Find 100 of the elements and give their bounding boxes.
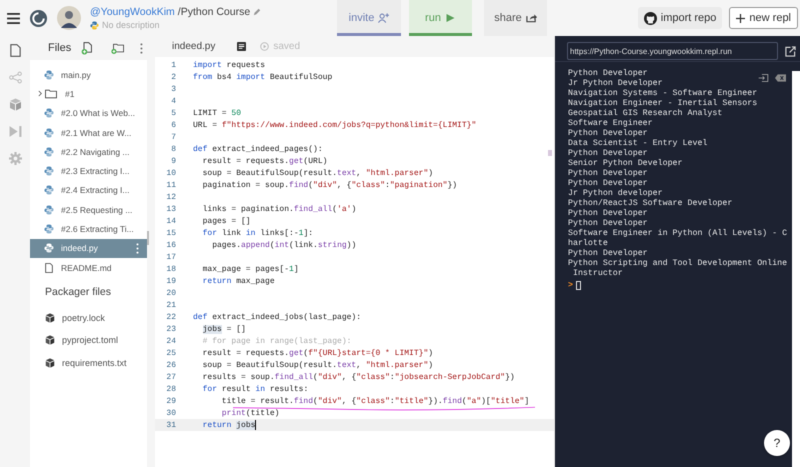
code-line: pagination = soup.find("div", {"class":"pagination"}) — [202, 180, 458, 190]
python-icon — [44, 146, 54, 157]
python-icon — [44, 128, 54, 138]
line-number: 3 — [170, 84, 176, 94]
code-line: max_page = pages[-1] — [202, 264, 299, 274]
python-icon — [44, 185, 54, 196]
project-description: No description — [102, 20, 160, 30]
file-icon — [44, 262, 54, 273]
open-external-icon[interactable] — [785, 46, 796, 56]
console-output-line: Jr Python Developer — [568, 79, 663, 89]
line-number: 18 — [165, 264, 176, 274]
console-output-line: Python Developer — [568, 249, 648, 259]
code-line: soup = BeautifulSoup(result.text, "html.parser") — [202, 360, 434, 370]
chevron-icon[interactable] — [38, 90, 43, 98]
console-output-line: Data Scientist - Entry Level — [568, 139, 708, 149]
python-icon — [44, 108, 54, 118]
document-icon[interactable] — [237, 42, 246, 51]
package-file-item[interactable]: pyproject.toml — [30, 328, 147, 352]
line-number: 1 — [170, 60, 176, 70]
line-number: 11 — [165, 180, 176, 190]
file-item[interactable]: main.py — [30, 65, 147, 84]
line-number: 28 — [165, 384, 176, 394]
console-output-line: Python Developer — [568, 219, 648, 229]
python-icon — [44, 224, 54, 234]
file-item[interactable]: #2.5 Requesting ... — [30, 200, 147, 220]
file-item[interactable]: indeed.py — [30, 238, 147, 258]
file-item[interactable]: #2.4 Extracting I... — [30, 180, 147, 200]
new-folder-icon[interactable] — [110, 42, 124, 54]
code-line: from bs4 import BeautifulSoup — [193, 72, 332, 82]
share-button[interactable]: share — [484, 0, 547, 36]
prompt-symbol: > — [568, 280, 573, 290]
console-output-line: Geospatial GIS Research Analyst — [568, 109, 722, 119]
line-number: 10 — [165, 168, 176, 178]
packager-files-title: Packager files — [44, 285, 112, 300]
package-file-item[interactable]: poetry.lock — [30, 306, 147, 329]
code-line: soup = BeautifulSoup(result.text, "html.parser") — [202, 168, 434, 178]
code-line: pages = [] — [202, 216, 251, 226]
import-repo-button[interactable]: import repo — [638, 7, 722, 29]
line-number: 13 — [165, 204, 176, 214]
package-file-item[interactable]: requirements.txt — [30, 351, 147, 374]
saved-icon — [260, 42, 270, 51]
avatar[interactable] — [57, 6, 81, 30]
code-line: return max_page — [202, 276, 275, 286]
scrollbar-track[interactable] — [792, 71, 800, 467]
file-icon[interactable] — [8, 44, 22, 57]
resize-handle[interactable] — [147, 231, 148, 245]
project-name: /Python Course — [178, 6, 250, 18]
line-number: 6 — [170, 120, 176, 130]
plus-icon — [736, 14, 746, 22]
console-output-line: Python Developer — [568, 209, 648, 219]
file-item[interactable]: #1 — [30, 84, 147, 104]
python-icon — [44, 166, 54, 176]
line-number: 26 — [165, 360, 176, 370]
line-number: 24 — [165, 336, 176, 346]
menu-icon[interactable] — [7, 12, 20, 24]
console-output-line: Python Scripting and Tool Development Online — [568, 259, 788, 269]
console-output-line: Python Developer — [568, 169, 648, 179]
line-number: 9 — [170, 156, 176, 166]
line-number: 8 — [170, 144, 176, 154]
more-options-icon[interactable] — [136, 242, 139, 254]
line-number: 16 — [165, 240, 176, 250]
console-output-line: Navigation Systems - Software Engineer — [568, 89, 758, 99]
file-item[interactable]: #2.1 What are W... — [30, 122, 147, 142]
file-item[interactable]: #2.0 What is Web... — [30, 104, 147, 123]
code-line: result = requests.get(URL) — [202, 156, 328, 166]
scrollbar-thumb[interactable] — [548, 150, 552, 156]
line-number: 15 — [165, 228, 176, 238]
console-output-line: Python Developer — [568, 129, 648, 139]
line-number: 29 — [165, 396, 176, 406]
python-icon — [44, 70, 54, 80]
line-number: 12 — [165, 192, 176, 202]
code-line: print(title) — [220, 408, 280, 418]
new-repl-button[interactable]: new repl — [729, 7, 798, 29]
file-item[interactable]: #2.3 Extracting I... — [30, 161, 147, 181]
cube-icon[interactable] — [8, 98, 22, 111]
python-icon — [44, 204, 54, 215]
code-line: pages.append(int(link.string)) — [211, 240, 356, 250]
more-options-icon[interactable] — [140, 42, 143, 54]
exit-icon[interactable] — [758, 74, 769, 82]
code-line: jobs = [] — [202, 324, 246, 334]
username-link[interactable]: @YoungWookKim — [90, 6, 175, 18]
line-number: 27 — [165, 372, 176, 382]
url-field[interactable]: https://Python-Course.youngwookkim.repl.run — [567, 42, 778, 60]
file-item[interactable]: #2.2 Navigating ... — [30, 142, 147, 162]
clear-icon[interactable] — [775, 74, 786, 82]
folder-icon — [45, 88, 57, 99]
console-output-line: Software Engineer in Python (All Levels) - C — [568, 229, 788, 239]
python-icon — [90, 20, 99, 30]
pencil-icon[interactable] — [253, 8, 262, 16]
code-line: import requests — [193, 60, 266, 70]
file-item[interactable]: README.md — [30, 258, 147, 278]
file-item[interactable]: #2.6 Extracting Ti... — [30, 219, 147, 239]
code-line: # for page in range(last_page): — [202, 336, 352, 346]
swirl-logo-icon[interactable] — [29, 8, 48, 28]
code-line: links = pagination.find_all('a') — [202, 204, 356, 214]
help-button[interactable]: ? — [764, 430, 790, 456]
line-number: 7 — [170, 132, 176, 142]
console-output-line: Python Developer — [568, 69, 648, 79]
new-file-icon[interactable] — [81, 42, 95, 54]
code-line: def extract_indeed_pages(): — [193, 144, 323, 154]
